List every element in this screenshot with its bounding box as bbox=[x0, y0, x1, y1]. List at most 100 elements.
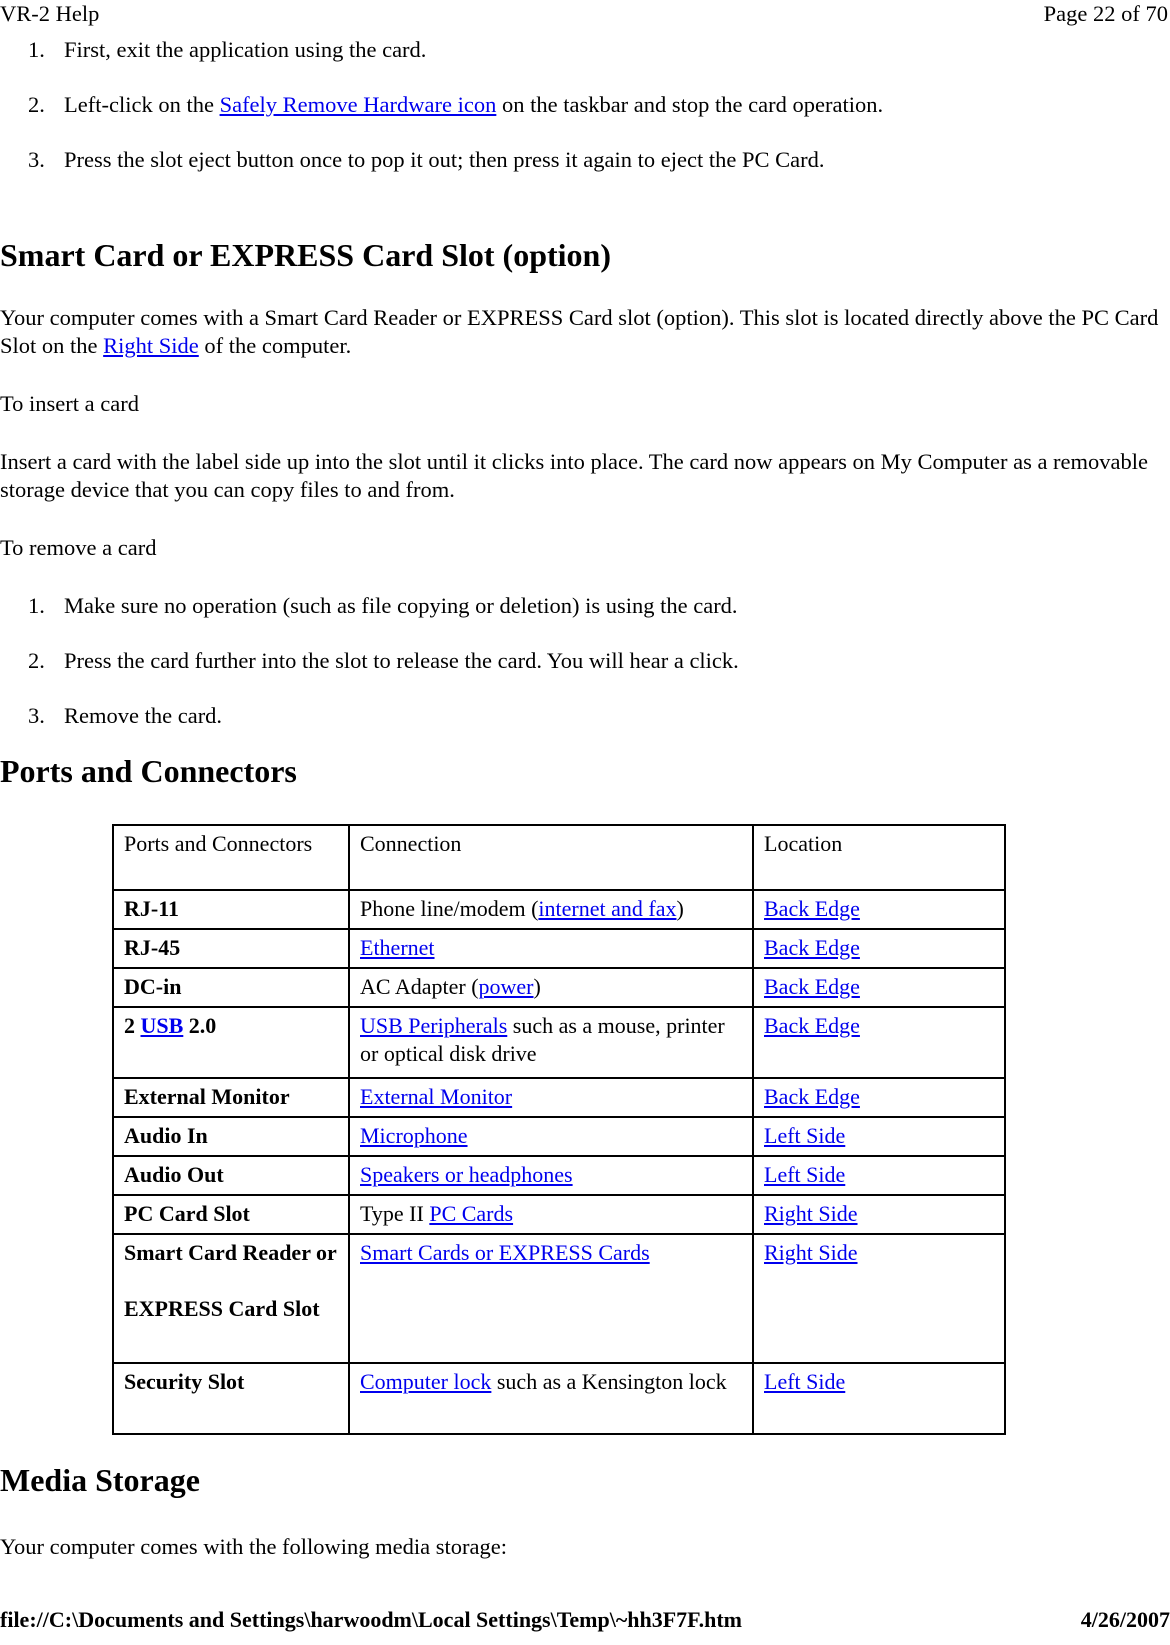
connection-prefix: Type II bbox=[360, 1201, 430, 1226]
port-blank-line bbox=[124, 1267, 340, 1295]
media-storage-paragraph: Your computer comes with the following m… bbox=[0, 1534, 507, 1559]
link-back-edge[interactable]: Back Edge bbox=[764, 1084, 860, 1109]
port-prefix: 2 bbox=[124, 1013, 141, 1038]
link-left-side[interactable]: Left Side bbox=[764, 1123, 845, 1148]
cell-connection: Type II PC Cards bbox=[348, 1194, 754, 1235]
list-item: 3. Remove the card. bbox=[0, 702, 1170, 730]
list-item-text: Remove the card. bbox=[64, 703, 223, 728]
cell-port: Audio In bbox=[112, 1116, 350, 1157]
link-smart-cards-or-express-cards[interactable]: Smart Cards or EXPRESS Cards bbox=[360, 1240, 650, 1265]
cell-connection: Smart Cards or EXPRESS Cards bbox=[348, 1233, 754, 1364]
table-row: RJ-11 Phone line/modem (internet and fax… bbox=[112, 889, 1006, 930]
link-right-side[interactable]: Right Side bbox=[764, 1240, 858, 1265]
table-row: DC-in AC Adapter (power) Back Edge bbox=[112, 967, 1006, 1008]
header-page-number: Page 22 of 70 bbox=[1043, 1, 1168, 26]
cell-port: RJ-11 bbox=[112, 889, 350, 930]
link-safely-remove-hardware-icon[interactable]: Safely Remove Hardware icon bbox=[220, 92, 497, 117]
list-item-text-suffix: on the taskbar and stop the card operati… bbox=[496, 92, 884, 117]
column-header-ports-and-connectors: Ports and Connectors bbox=[112, 824, 350, 891]
ports-table-wrapper: Ports and Connectors Connection Location… bbox=[0, 824, 1170, 1435]
heading-smart-card-or-express-card-slot: Smart Card or EXPRESS Card Slot (option) bbox=[0, 237, 611, 273]
cell-location: Left Side bbox=[752, 1155, 1006, 1196]
heading-ports-and-connectors: Ports and Connectors bbox=[0, 753, 297, 789]
link-ethernet[interactable]: Ethernet bbox=[360, 935, 435, 960]
smart-card-intro-paragraph: Your computer comes with a Smart Card Re… bbox=[0, 304, 1170, 360]
link-computer-lock[interactable]: Computer lock bbox=[360, 1369, 491, 1394]
connection-prefix: Phone line/modem ( bbox=[360, 896, 539, 921]
document-page: VR-2 Help Page 22 of 70 1. First, exit th… bbox=[0, 0, 1170, 1645]
link-external-monitor[interactable]: External Monitor bbox=[360, 1084, 512, 1109]
cell-location: Back Edge bbox=[752, 1006, 1006, 1079]
connection-suffix: ) bbox=[676, 896, 684, 921]
list-item-text-prefix: Left-click on the bbox=[64, 92, 220, 117]
list-item-text: Press the card further into the slot to … bbox=[64, 648, 739, 673]
table-row: Security Slot Computer lock such as a Ke… bbox=[112, 1362, 1006, 1435]
cell-connection: AC Adapter (power) bbox=[348, 967, 754, 1008]
link-power[interactable]: power bbox=[479, 974, 534, 999]
cell-connection: Ethernet bbox=[348, 928, 754, 969]
list-item: 2. Left-click on the Safely Remove Hardwa… bbox=[0, 91, 1170, 119]
cell-connection: Phone line/modem (internet and fax) bbox=[348, 889, 754, 930]
table-row: External Monitor External Monitor Back E… bbox=[112, 1077, 1006, 1118]
list-item: 3. Press the slot eject button once to po… bbox=[0, 146, 1170, 174]
insert-card-instructions: Insert a card with the label side up int… bbox=[0, 449, 1149, 502]
link-left-side[interactable]: Left Side bbox=[764, 1369, 845, 1394]
link-usb[interactable]: USB bbox=[141, 1013, 184, 1038]
cell-connection: External Monitor bbox=[348, 1077, 754, 1118]
link-microphone[interactable]: Microphone bbox=[360, 1123, 468, 1148]
document-body: 1. First, exit the application using the … bbox=[0, 36, 1170, 1561]
link-back-edge[interactable]: Back Edge bbox=[764, 935, 860, 960]
link-right-side[interactable]: Right Side bbox=[764, 1201, 858, 1226]
cell-port: External Monitor bbox=[112, 1077, 350, 1118]
ports-and-connectors-table: Ports and Connectors Connection Location… bbox=[112, 824, 1006, 1435]
cell-location: Right Side bbox=[752, 1194, 1006, 1235]
page-footer: file://C:\Documents and Settings\harwood… bbox=[0, 1607, 1170, 1633]
link-back-edge[interactable]: Back Edge bbox=[764, 974, 860, 999]
link-speakers-or-headphones[interactable]: Speakers or headphones bbox=[360, 1162, 573, 1187]
cell-location: Left Side bbox=[752, 1362, 1006, 1435]
link-back-edge[interactable]: Back Edge bbox=[764, 896, 860, 921]
table-row: Audio Out Speakers or headphones Left Si… bbox=[112, 1155, 1006, 1196]
page-header: VR-2 Help Page 22 of 70 bbox=[0, 0, 1170, 34]
intro-suffix: of the computer. bbox=[198, 333, 352, 358]
link-left-side[interactable]: Left Side bbox=[764, 1162, 845, 1187]
table-row: Smart Card Reader or EXPRESS Card Slot Sm… bbox=[112, 1233, 1006, 1364]
cell-connection: Microphone bbox=[348, 1116, 754, 1157]
cell-location: Back Edge bbox=[752, 1077, 1006, 1118]
cell-location: Back Edge bbox=[752, 967, 1006, 1008]
link-pc-cards[interactable]: PC Cards bbox=[429, 1201, 513, 1226]
list-marker: 2. bbox=[28, 648, 45, 673]
table-row: 2 USB 2.0 USB Peripherals such as a mous… bbox=[112, 1006, 1006, 1079]
list-item: 1. First, exit the application using the … bbox=[0, 36, 1170, 64]
footer-date: 4/26/2007 bbox=[1080, 1607, 1170, 1632]
cell-location: Right Side bbox=[752, 1233, 1006, 1364]
cell-connection: USB Peripherals such as a mouse, printer… bbox=[348, 1006, 754, 1079]
column-header-location: Location bbox=[752, 824, 1006, 891]
list-item: 2. Press the card further into the slot t… bbox=[0, 647, 1170, 675]
cell-location: Back Edge bbox=[752, 889, 1006, 930]
table-row: PC Card Slot Type II PC Cards Right Side bbox=[112, 1194, 1006, 1235]
connection-suffix: ) bbox=[533, 974, 541, 999]
cell-port: Smart Card Reader or EXPRESS Card Slot bbox=[112, 1233, 350, 1364]
table-row: Audio In Microphone Left Side bbox=[112, 1116, 1006, 1157]
link-usb-peripherals[interactable]: USB Peripherals bbox=[360, 1013, 507, 1038]
list-marker: 2. bbox=[28, 92, 45, 117]
cell-port: DC-in bbox=[112, 967, 350, 1008]
cell-connection: Speakers or headphones bbox=[348, 1155, 754, 1196]
heading-media-storage: Media Storage bbox=[0, 1462, 200, 1498]
link-back-edge[interactable]: Back Edge bbox=[764, 1013, 860, 1038]
connection-suffix: such as a Kensington lock bbox=[491, 1369, 727, 1394]
eject-card-steps: 1. First, exit the application using the … bbox=[0, 36, 1170, 174]
cell-location: Back Edge bbox=[752, 928, 1006, 969]
link-right-side[interactable]: Right Side bbox=[103, 333, 199, 358]
link-internet-and-fax[interactable]: internet and fax bbox=[538, 896, 676, 921]
port-line-2: EXPRESS Card Slot bbox=[124, 1296, 320, 1321]
table-header-row: Ports and Connectors Connection Location bbox=[112, 824, 1006, 891]
cell-port: RJ-45 bbox=[112, 928, 350, 969]
